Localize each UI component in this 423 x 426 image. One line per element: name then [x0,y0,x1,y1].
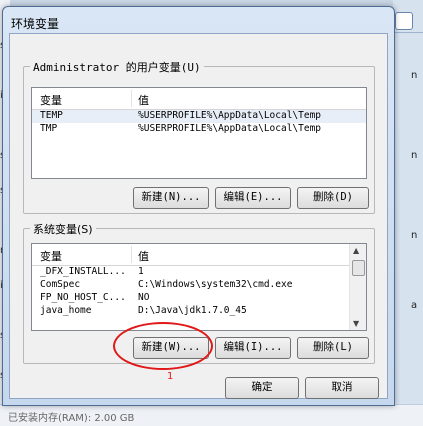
variable-name: FP_NO_HOST_C... [40,292,126,303]
list-item[interactable]: FP_NO_HOST_C... NO [32,292,366,305]
user-variables-list[interactable]: 变量 值 TEMP %USERPROFILE%\AppData\Local\Te… [31,87,367,179]
list-item[interactable]: ComSpec C:\Windows\system32\cmd.exe [32,279,366,292]
column-header-value[interactable]: 值 [138,92,149,108]
variable-value: D:\Java\jdk1.7.0_45 [138,305,247,316]
list-item[interactable]: _DFX_INSTALL... 1 [32,266,366,279]
variable-value: 1 [138,266,144,277]
variable-name: _DFX_INSTALL... [40,266,126,277]
background-glyph: a [411,300,418,311]
variable-value: %USERPROFILE%\AppData\Local\Temp [138,110,322,121]
scroll-thumb[interactable] [352,260,365,276]
background-divider [393,32,423,33]
user-variables-group: Administrator 的用户变量(U) 变量 值 TEMP %USERPR… [23,59,375,214]
column-separator [131,246,132,263]
column-header-variable[interactable]: 变量 [40,248,62,264]
background-glyph: n [411,150,418,161]
variable-name: TEMP [40,110,63,121]
user-delete-button[interactable]: 删除(D) [297,187,369,209]
scroll-up-icon[interactable]: ▲ [353,246,359,255]
list-item[interactable]: TEMP %USERPROFILE%\AppData\Local\Temp [32,110,366,123]
user-edit-button[interactable]: 编辑(E)... [215,187,291,209]
annotation-number: 1 [167,371,174,382]
column-header-value[interactable]: 值 [138,248,149,264]
annotation-circle [113,322,213,370]
system-variables-legend: 系统变量(S) [30,221,96,237]
background-glyph: n [411,70,418,81]
variable-value: %USERPROFILE%\AppData\Local\Temp [138,123,322,134]
scroll-down-icon[interactable]: ▼ [353,319,359,328]
background-window-control[interactable] [395,12,413,30]
list-item[interactable]: TMP %USERPROFILE%\AppData\Local\Temp [32,123,366,136]
background-window-right: n n n a [393,0,423,425]
ok-button[interactable]: 确定 [225,377,299,399]
variable-value: C:\Windows\system32\cmd.exe [138,279,293,290]
user-new-button[interactable]: 新建(N)... [133,187,209,209]
vertical-scrollbar[interactable]: ▲ ▼ [349,244,366,330]
variable-name: ComSpec [40,279,81,290]
variable-value: NO [138,292,150,303]
user-variables-legend: Administrator 的用户变量(U) [30,59,204,75]
dialog-title: 环境变量 [11,17,60,31]
list-header: 变量 值 [32,244,366,266]
column-header-variable[interactable]: 变量 [40,92,62,108]
variable-name: java_home [40,305,92,316]
list-item[interactable]: java_home D:\Java\jdk1.7.0_45 [32,305,366,318]
cancel-button[interactable]: 取消 [305,377,379,399]
system-delete-button[interactable]: 删除(L) [297,337,369,359]
system-variables-list[interactable]: 变量 值 _DFX_INSTALL... 1 ComSpec C:\Window… [31,243,367,331]
system-edit-button[interactable]: 编辑(I)... [215,337,291,359]
installed-ram-text: 已安装内存(RAM): 2.00 GB [8,413,135,424]
list-header: 变量 值 [32,88,366,110]
column-separator [131,90,132,107]
variable-name: TMP [40,123,58,134]
background-glyph: n [411,230,418,241]
background-status-strip: 已安装内存(RAM): 2.00 GB [0,404,423,426]
